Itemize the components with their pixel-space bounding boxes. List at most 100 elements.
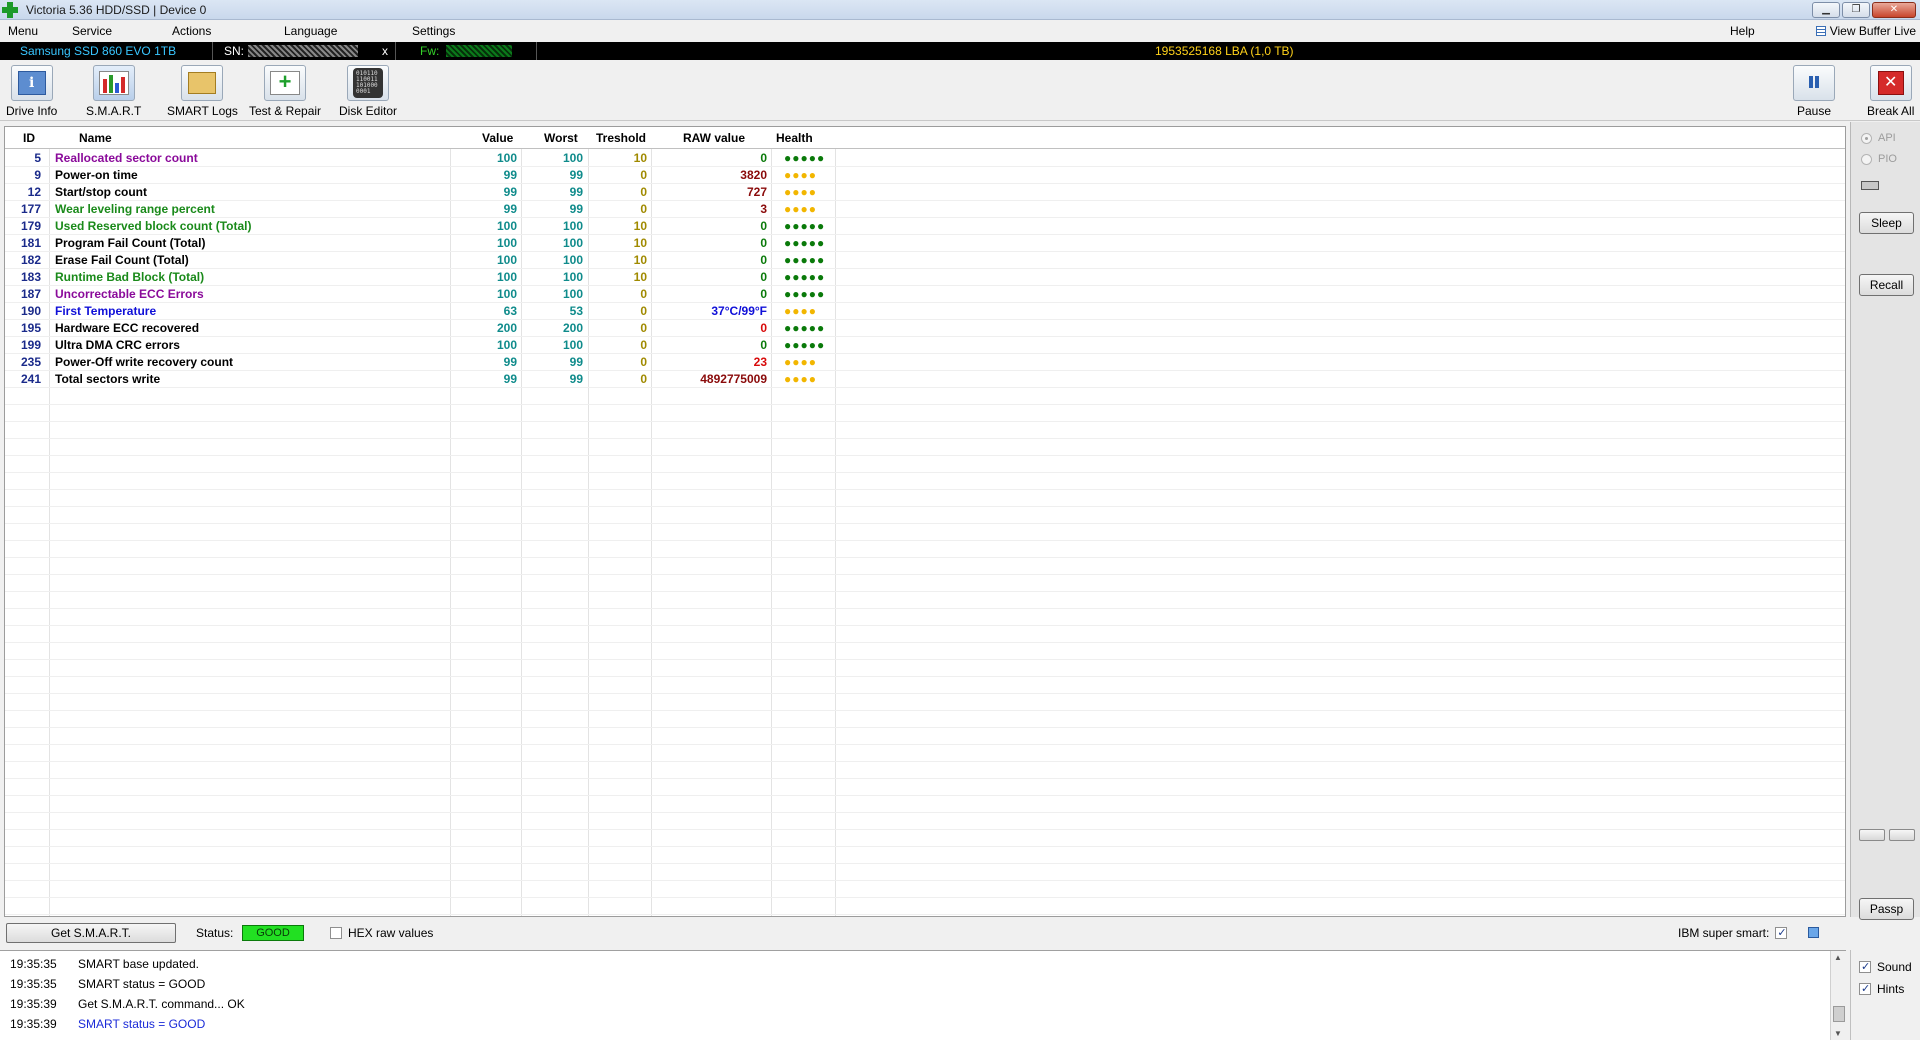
status-badge: GOOD xyxy=(242,925,304,941)
header-value[interactable]: Value xyxy=(482,131,513,145)
table-row[interactable]: 183 Runtime Bad Block (Total) 100 100 10 0 ●●●… xyxy=(5,269,1845,286)
cell-worst: 99 xyxy=(569,355,583,369)
pause-icon xyxy=(1793,65,1835,101)
break-all-button[interactable]: ✕ Break All xyxy=(1867,65,1914,118)
smart-grid[interactable]: ID Name Value Worst Treshold RAW value H… xyxy=(4,126,1846,917)
menu-actions[interactable]: Actions xyxy=(164,24,264,38)
log-time: 19:35:35 xyxy=(10,977,57,991)
maximize-button[interactable]: ❐ xyxy=(1842,2,1870,18)
header-worst[interactable]: Worst xyxy=(544,131,578,145)
api-radio[interactable]: API xyxy=(1861,132,1896,144)
table-row[interactable]: 5 Reallocated sector count 100 100 10 0 ●●●●● xyxy=(5,150,1845,167)
table-row[interactable]: 12 Start/stop count 99 99 0 727 ●●●● xyxy=(5,184,1845,201)
smart-label: S.M.A.R.T xyxy=(86,104,142,118)
cell-name: Power-on time xyxy=(55,168,138,182)
recall-button[interactable]: Recall xyxy=(1859,274,1914,296)
ibm-super-smart-checkbox[interactable]: IBM super smart: xyxy=(1678,926,1788,940)
device-close-x[interactable]: x xyxy=(382,44,388,58)
disk-editor-button[interactable]: 010110 110011 101000 0001 Disk Editor xyxy=(339,65,397,118)
log-scrollbar[interactable]: ▲ ▼ xyxy=(1830,951,1846,1040)
side-panel: API PIO Sleep Recall Passp xyxy=(1850,122,1920,920)
cell-id: 183 xyxy=(20,270,41,284)
pause-label: Pause xyxy=(1796,104,1832,118)
smart-button[interactable]: S.M.A.R.T xyxy=(86,65,141,118)
smart-logs-button[interactable]: SMART Logs xyxy=(167,65,238,118)
cell-raw: 0 xyxy=(760,338,767,352)
table-row[interactable]: 190 First Temperature 63 53 0 37°C/99°F ●●●● xyxy=(5,303,1845,320)
table-row[interactable]: 199 Ultra DMA CRC errors 100 100 0 0 ●●●●● xyxy=(5,337,1845,354)
menu-help[interactable]: Help xyxy=(1722,24,1763,38)
cell-name: Runtime Bad Block (Total) xyxy=(55,270,205,284)
header-name[interactable]: Name xyxy=(79,131,112,145)
menu-service[interactable]: Service xyxy=(64,24,164,38)
cell-name: Uncorrectable ECC Errors xyxy=(55,287,204,301)
get-smart-button[interactable]: Get S.M.A.R.T. xyxy=(6,923,176,943)
header-health[interactable]: Health xyxy=(776,131,813,145)
log-entry: 19:35:39 SMART status = GOOD xyxy=(10,1017,205,1031)
cell-raw: 727 xyxy=(746,185,767,199)
cell-value: 99 xyxy=(503,355,517,369)
grid-row-line xyxy=(5,881,1845,898)
scroll-down-icon[interactable]: ▼ xyxy=(1834,1029,1842,1038)
device-model[interactable]: Samsung SSD 860 EVO 1TB xyxy=(20,44,176,58)
scroll-up-icon[interactable]: ▲ xyxy=(1834,953,1842,962)
sleep-button[interactable]: Sleep xyxy=(1859,212,1914,234)
menu-language[interactable]: Language xyxy=(276,24,396,38)
grid-row-line xyxy=(5,541,1845,558)
sound-label: Sound xyxy=(1877,960,1912,974)
cell-id: 241 xyxy=(20,372,41,386)
grid-row-line xyxy=(5,473,1845,490)
hints-label: Hints xyxy=(1877,982,1905,996)
close-button[interactable]: ✕ xyxy=(1872,2,1916,18)
cell-threshold: 10 xyxy=(633,219,647,233)
cell-id: 177 xyxy=(20,202,41,216)
test-repair-button[interactable]: Test & Repair xyxy=(249,65,321,118)
toolbar: i Drive Info S.M.A.R.T SMART Logs Test &… xyxy=(0,61,1920,121)
cell-threshold: 0 xyxy=(640,202,647,216)
scroll-thumb[interactable] xyxy=(1833,1006,1845,1022)
small-button-left[interactable] xyxy=(1859,829,1885,841)
menu-settings[interactable]: Settings xyxy=(404,24,504,38)
table-row[interactable]: 187 Uncorrectable ECC Errors 100 100 0 0 ●●●●● xyxy=(5,286,1845,303)
header-id[interactable]: ID xyxy=(23,131,35,145)
hex-raw-checkbox[interactable]: HEX raw values xyxy=(330,926,433,940)
table-row[interactable]: 177 Wear leveling range percent 99 99 0 3 ●●●● xyxy=(5,201,1845,218)
cell-health: ●●●● xyxy=(784,185,817,199)
color-indicator[interactable] xyxy=(1808,927,1819,938)
log-time: 19:35:39 xyxy=(10,1017,57,1031)
view-buffer-live[interactable]: View Buffer Live xyxy=(1815,24,1916,38)
ibm-super-smart-label: IBM super smart: xyxy=(1678,926,1770,940)
smart-chart-icon xyxy=(92,65,135,101)
cell-raw: 3 xyxy=(760,202,767,216)
cell-worst: 99 xyxy=(569,202,583,216)
header-threshold[interactable]: Treshold xyxy=(596,131,646,145)
cell-worst: 99 xyxy=(569,372,583,386)
minimize-button[interactable]: ▁ xyxy=(1812,2,1840,18)
table-row[interactable]: 182 Erase Fail Count (Total) 100 100 10 0 ●●●●… xyxy=(5,252,1845,269)
cell-value: 100 xyxy=(496,236,517,250)
menu-menu[interactable]: Menu xyxy=(0,24,60,38)
drive-info-button[interactable]: i Drive Info xyxy=(6,65,57,118)
log-panel[interactable]: 19:35:35 SMART base updated. 19:35:35 SMART… xyxy=(0,950,1846,1040)
pause-button[interactable]: Pause xyxy=(1793,65,1835,118)
table-row[interactable]: 195 Hardware ECC recovered 200 200 0 0 ●●●●● xyxy=(5,320,1845,337)
cell-raw: 37°C/99°F xyxy=(711,304,767,318)
table-row[interactable]: 181 Program Fail Count (Total) 100 100 10 0 ●●… xyxy=(5,235,1845,252)
header-raw[interactable]: RAW value xyxy=(683,131,745,145)
smart-logs-icon xyxy=(181,65,224,101)
pio-radio[interactable]: PIO xyxy=(1861,153,1897,165)
grid-row-line xyxy=(5,728,1845,745)
passp-button[interactable]: Passp xyxy=(1859,898,1914,920)
table-row[interactable]: 235 Power-Off write recovery count 99 99 0 23… xyxy=(5,354,1845,371)
table-row[interactable]: 9 Power-on time 99 99 0 3820 ●●●● xyxy=(5,167,1845,184)
hints-checkbox[interactable]: Hints xyxy=(1859,982,1904,996)
cell-id: 182 xyxy=(20,253,41,267)
sound-checkbox[interactable]: Sound xyxy=(1859,960,1912,974)
table-row[interactable]: 179 Used Reserved block count (Total) 100 1… xyxy=(5,218,1845,235)
grid-row-line xyxy=(5,592,1845,609)
small-button-right[interactable] xyxy=(1889,829,1915,841)
cell-worst: 100 xyxy=(562,270,583,284)
cell-health: ●●●● xyxy=(784,202,817,216)
cell-health: ●●●● xyxy=(784,355,817,369)
table-row[interactable]: 241 Total sectors write 99 99 0 4892775009 ●●●… xyxy=(5,371,1845,388)
